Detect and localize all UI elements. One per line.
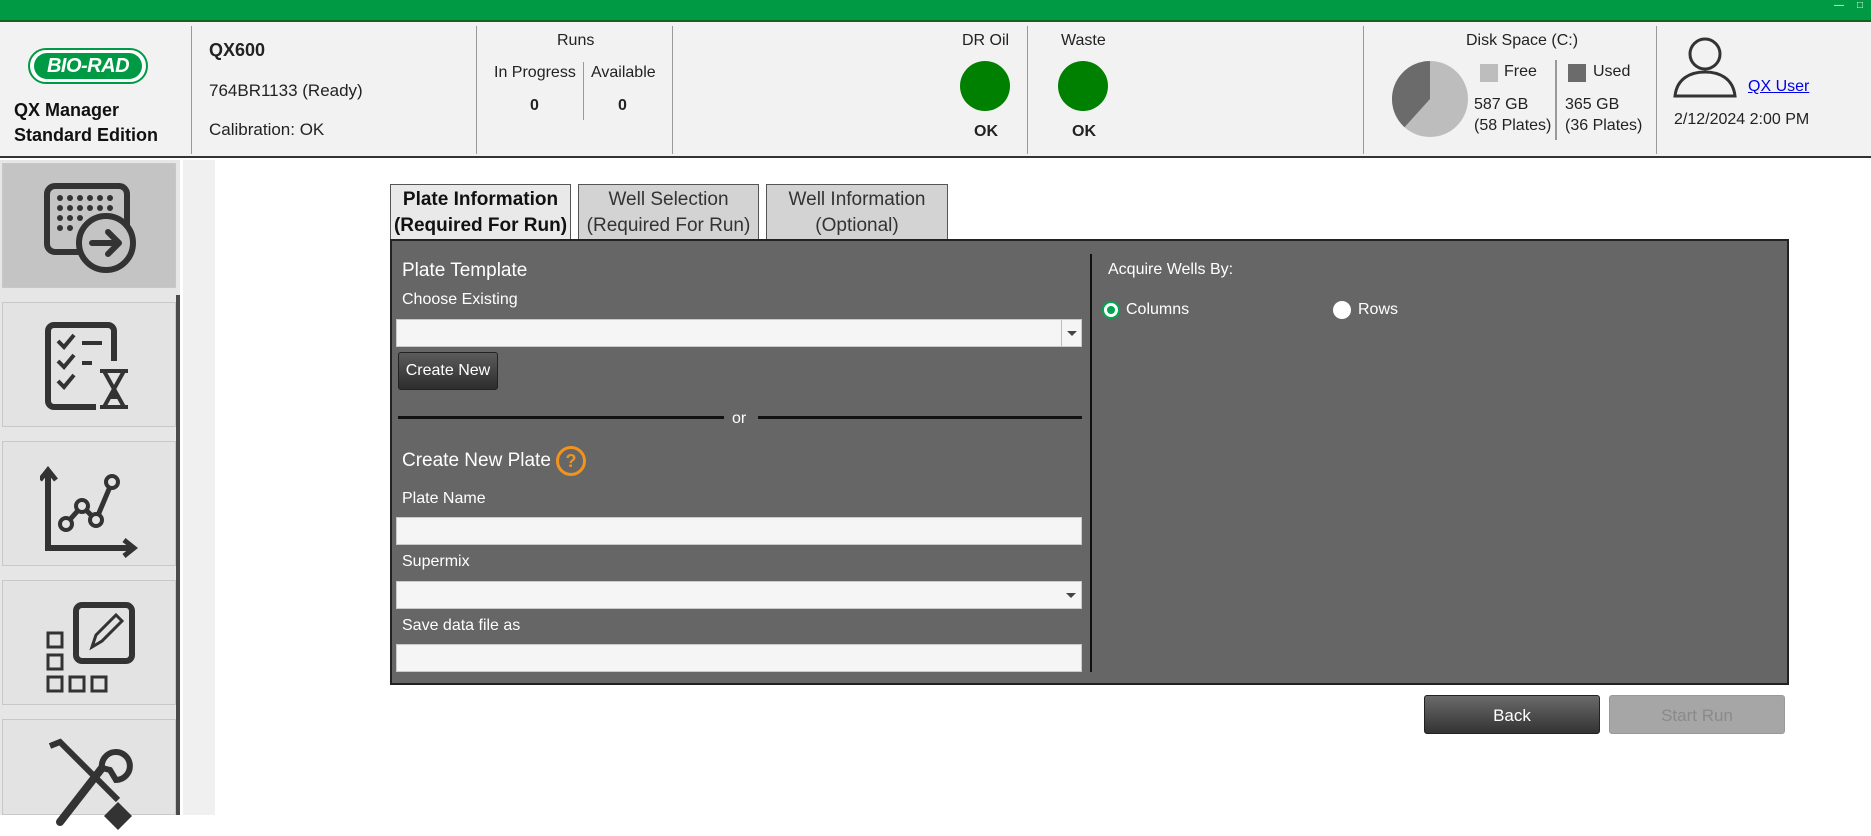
plate-name-label: Plate Name xyxy=(402,490,486,507)
help-icon[interactable]: ? xyxy=(556,446,586,476)
maximize-icon[interactable]: □ xyxy=(1857,1,1867,11)
current-datetime: 2/12/2024 2:00 PM xyxy=(1674,111,1810,128)
or-divider-right xyxy=(758,416,1082,419)
header-separator xyxy=(1027,26,1028,154)
tab-well-information[interactable]: Well Information (Optional) xyxy=(766,184,948,240)
radio-rows[interactable] xyxy=(1333,301,1351,319)
nav-run-status[interactable] xyxy=(2,302,176,427)
or-divider-left xyxy=(398,416,724,419)
dr-oil-label: DR Oil xyxy=(962,32,1010,49)
free-legend-swatch xyxy=(1480,64,1498,82)
calibration-status: Calibration: OK xyxy=(209,120,325,139)
waste-status: OK xyxy=(1072,123,1096,140)
or-text: or xyxy=(732,410,747,427)
user-name-link[interactable]: QX User xyxy=(1748,78,1809,96)
create-new-button[interactable]: Create New xyxy=(398,352,498,390)
create-new-plate-heading: Create New Plate xyxy=(402,450,551,471)
plate-name-input[interactable] xyxy=(396,517,1082,545)
header-separator xyxy=(191,26,192,154)
dr-oil-status: OK xyxy=(974,123,998,140)
acquire-wells-label: Acquire Wells By: xyxy=(1108,261,1234,278)
runs-in-progress-label: In Progress xyxy=(494,64,576,81)
used-value: 365 GB xyxy=(1565,96,1620,113)
free-plates: (58 Plates) xyxy=(1474,117,1552,134)
plate-editor-icon xyxy=(46,602,135,693)
free-value: 587 GB xyxy=(1474,96,1529,113)
app-name-line1: QX Manager xyxy=(14,100,120,120)
nav-plate-editor[interactable] xyxy=(2,580,176,705)
status-header: BIO-RAD QX Manager Standard Edition QX60… xyxy=(0,22,1871,158)
plate-template-heading: Plate Template xyxy=(402,260,528,281)
user-avatar-icon xyxy=(1673,37,1737,98)
waste-status-indicator xyxy=(1058,61,1108,111)
runs-available-label: Available xyxy=(591,64,656,81)
runs-in-progress-value: 0 xyxy=(530,97,539,114)
used-legend-swatch xyxy=(1568,64,1586,82)
checklist-timer-icon xyxy=(45,322,128,410)
waste-label: Waste xyxy=(1061,32,1106,49)
chevron-down-icon[interactable] xyxy=(1061,320,1081,346)
used-legend-label: Used xyxy=(1593,63,1631,80)
plate-information-panel: Plate Template Choose Existing Create Ne… xyxy=(390,239,1789,685)
title-bar: — □ xyxy=(0,0,1871,22)
minimize-icon[interactable]: — xyxy=(1834,1,1844,11)
sidebar-scrollbar[interactable] xyxy=(183,160,215,815)
supermix-label: Supermix xyxy=(402,553,470,570)
radio-columns-label[interactable]: Columns xyxy=(1126,301,1189,319)
choose-existing-label: Choose Existing xyxy=(402,291,518,308)
tab-well-selection[interactable]: Well Selection (Required For Run) xyxy=(578,184,759,240)
instrument-model: QX600 xyxy=(209,40,266,60)
radio-rows-label[interactable]: Rows xyxy=(1358,301,1398,319)
nav-tools[interactable] xyxy=(2,719,176,830)
tab-plate-information[interactable]: Plate Information (Required For Run) xyxy=(390,184,571,240)
runs-title: Runs xyxy=(557,32,595,49)
dr-oil-status-indicator xyxy=(960,61,1010,111)
header-separator xyxy=(672,26,673,154)
supermix-dropdown[interactable] xyxy=(396,581,1082,609)
save-data-file-input[interactable] xyxy=(396,644,1082,672)
sidebar-edge xyxy=(176,295,180,815)
disk-pie-chart xyxy=(1392,61,1468,137)
nav-data-analysis[interactable] xyxy=(2,441,176,566)
bio-rad-logo: BIO-RAD xyxy=(28,48,148,84)
header-separator xyxy=(1363,26,1364,154)
back-button[interactable]: Back xyxy=(1424,695,1600,734)
disk-separator xyxy=(1555,60,1557,140)
app-name-line2: Standard Edition xyxy=(14,125,158,145)
chevron-down-icon[interactable] xyxy=(1061,582,1081,608)
header-separator xyxy=(476,26,477,154)
save-data-file-label: Save data file as xyxy=(402,617,521,634)
instrument-serial: 764BR1133 (Ready) xyxy=(209,81,363,100)
disk-space-title: Disk Space (C:) xyxy=(1466,32,1579,49)
header-separator xyxy=(1656,26,1657,154)
used-plates: (36 Plates) xyxy=(1565,117,1643,134)
panel-divider xyxy=(1090,254,1092,672)
analysis-chart-icon xyxy=(40,465,139,558)
start-run-button[interactable]: Start Run xyxy=(1609,695,1785,734)
free-legend-label: Free xyxy=(1504,63,1537,80)
plate-run-icon xyxy=(44,183,136,273)
choose-existing-dropdown[interactable] xyxy=(396,319,1082,347)
runs-separator xyxy=(583,62,584,120)
nav-run-plate[interactable] xyxy=(2,163,176,288)
tools-icon xyxy=(48,738,133,830)
runs-available-value: 0 xyxy=(618,97,627,114)
app-name: QX Manager Standard Edition xyxy=(14,98,158,148)
radio-columns[interactable] xyxy=(1102,301,1120,319)
